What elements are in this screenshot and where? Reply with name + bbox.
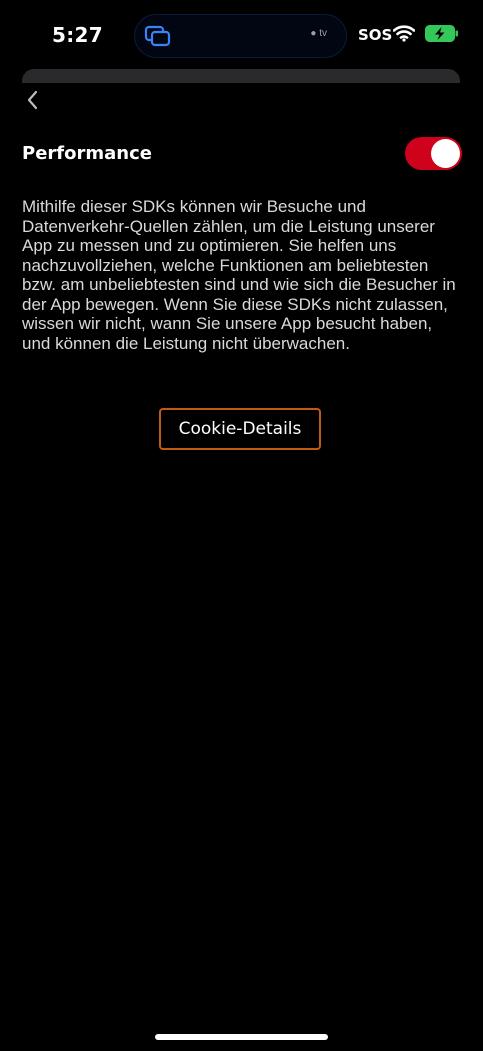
status-bar: 5:27 ● tv SOS	[0, 0, 483, 70]
apple-logo-icon: ●	[310, 28, 317, 39]
home-indicator[interactable]	[155, 1034, 328, 1040]
performance-toggle[interactable]	[405, 137, 462, 170]
chevron-left-icon	[27, 90, 38, 110]
screen-mirroring-icon	[144, 25, 171, 47]
sheet-top-edge	[22, 69, 460, 83]
back-button[interactable]	[20, 86, 44, 114]
status-time: 5:27	[52, 23, 103, 47]
wifi-icon	[393, 25, 415, 42]
apple-tv-label: ● tv	[310, 28, 327, 39]
toggle-knob	[431, 139, 460, 168]
section-title: Performance	[22, 143, 152, 164]
section-description: Mithilfe dieser SDKs können wir Besuche …	[22, 197, 456, 353]
battery-charging-icon	[425, 25, 458, 42]
sos-label: SOS	[358, 26, 393, 44]
cookie-details-button[interactable]: Cookie-Details	[159, 408, 321, 450]
dynamic-island[interactable]: ● tv	[134, 14, 347, 58]
